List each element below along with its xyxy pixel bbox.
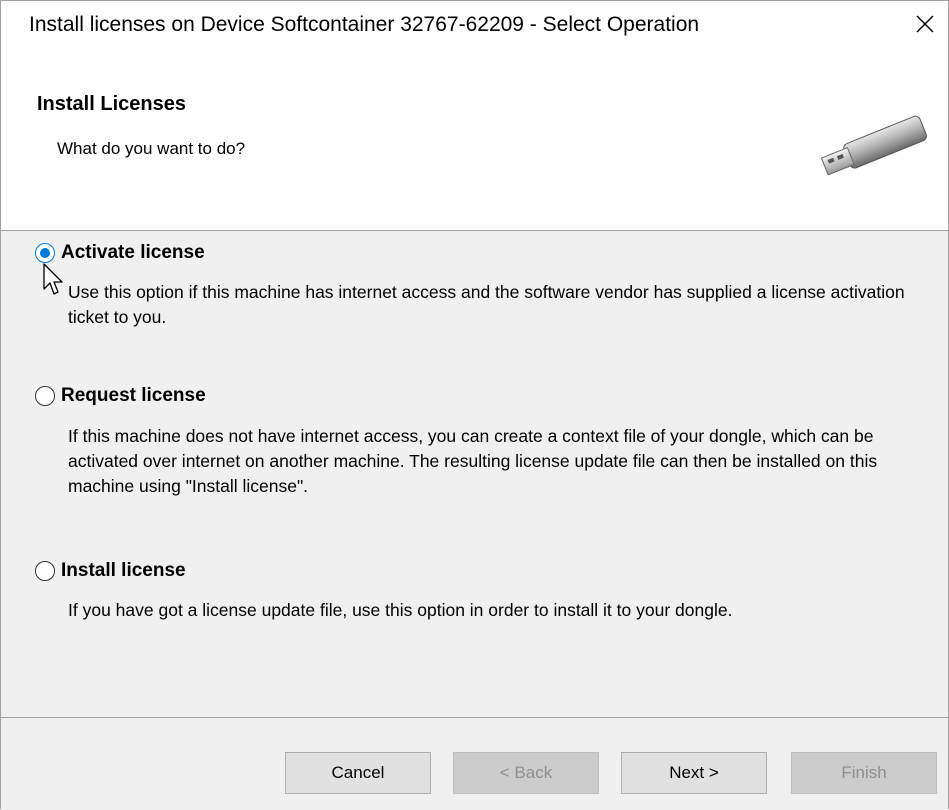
finish-button[interactable]: Finish: [791, 752, 937, 794]
request-license-radio-row[interactable]: Request license: [35, 385, 206, 407]
back-button[interactable]: < Back: [453, 752, 599, 794]
cancel-button[interactable]: Cancel: [285, 752, 431, 794]
page-title: Install Licenses: [37, 93, 186, 115]
mouse-cursor-icon: [43, 263, 63, 295]
install-licenses-dialog: Install licenses on Device Softcontainer…: [0, 0, 949, 810]
usb-dongle-icon: [820, 115, 927, 176]
next-button[interactable]: Next >: [621, 752, 767, 794]
activate-license-radio[interactable]: [35, 243, 55, 263]
close-icon: [916, 15, 934, 33]
page-subtitle: What do you want to do?: [57, 139, 246, 158]
install-license-description: If you have got a license update file, u…: [68, 600, 733, 620]
activate-license-label[interactable]: Activate license: [61, 242, 205, 264]
wizard-header: Install Licenses What do you want to do?: [1, 47, 948, 231]
request-license-label[interactable]: Request license: [61, 385, 206, 407]
install-license-radio[interactable]: [35, 561, 55, 581]
wizard-footer: Cancel < Back Next > Finish: [1, 717, 948, 810]
title-bar: Install licenses on Device Softcontainer…: [1, 1, 948, 47]
close-button[interactable]: [902, 1, 948, 47]
request-license-description: If this machine does not have internet a…: [68, 426, 878, 496]
activate-license-radio-row[interactable]: Activate license: [35, 242, 205, 264]
install-license-label[interactable]: Install license: [61, 560, 186, 582]
radio-selected-dot: [40, 248, 50, 258]
window-title: Install licenses on Device Softcontainer…: [29, 13, 700, 36]
install-license-radio-row[interactable]: Install license: [35, 560, 186, 582]
request-license-radio[interactable]: [35, 386, 55, 406]
activate-license-description: Use this option if this machine has inte…: [68, 282, 905, 327]
